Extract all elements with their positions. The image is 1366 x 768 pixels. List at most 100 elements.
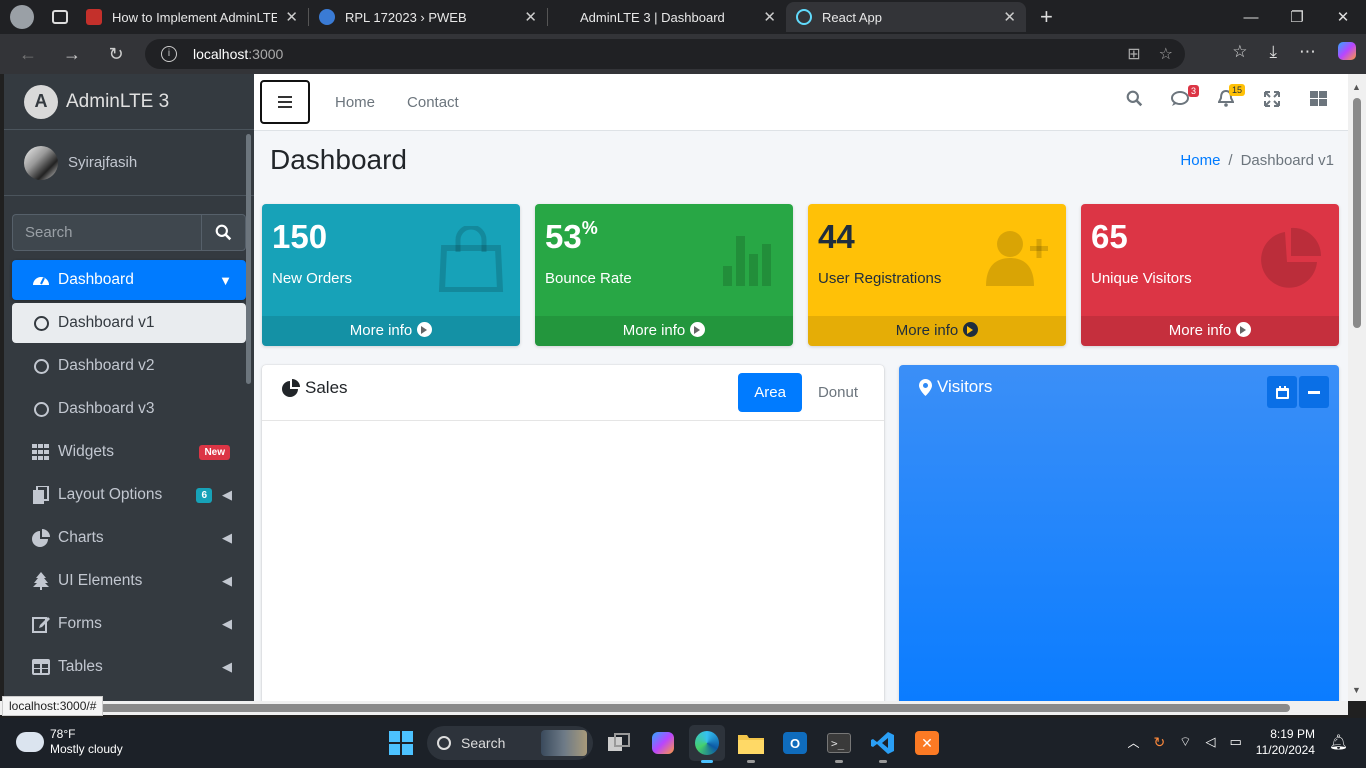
profile-avatar[interactable] (10, 5, 34, 29)
copilot-icon[interactable] (1338, 42, 1356, 60)
sidebar-item-charts[interactable]: Charts ◀ (12, 518, 246, 558)
close-tab-icon[interactable]: ✕ (285, 8, 298, 26)
tab-title: How to Implement AdminLTE in R (112, 9, 278, 25)
task-view-button[interactable] (601, 725, 637, 761)
minimize-icon[interactable]: — (1228, 9, 1274, 26)
more-info-link[interactable]: More info (808, 316, 1066, 346)
scrollbar-thumb[interactable] (1353, 98, 1361, 328)
tree-icon (32, 572, 50, 590)
chart-tabs: Area Donut (738, 373, 874, 412)
omnibox[interactable]: i localhost:3000 ⊞ ☆ (145, 39, 1185, 69)
browser-tab[interactable]: RPL 172023 › PWEB ✕ (309, 2, 547, 32)
sidebar-item-widgets[interactable]: Widgets New (12, 432, 246, 472)
close-tab-icon[interactable]: ✕ (1003, 8, 1016, 26)
nav-link-contact[interactable]: Contact (402, 94, 464, 111)
content-header: Dashboard Home / Dashboard v1 (270, 144, 1334, 184)
sync-icon[interactable]: ↻ (1154, 734, 1166, 751)
brand-text: AdminLTE 3 (66, 90, 170, 112)
browser-tab-active[interactable]: React App ✕ (786, 2, 1026, 32)
page-horizontal-scrollbar[interactable] (0, 701, 1348, 715)
search-icon[interactable] (1124, 90, 1144, 112)
start-button[interactable] (383, 725, 419, 761)
terminal-app[interactable]: >_ (821, 725, 857, 763)
stat-value: 150 (272, 218, 328, 255)
chevron-up-icon[interactable]: ︿ (1128, 734, 1140, 751)
messages-icon[interactable]: 3 (1170, 84, 1199, 112)
react-icon (796, 9, 812, 25)
restore-icon[interactable]: ❐ (1274, 8, 1320, 26)
sidebar-item-layout-options[interactable]: Layout Options 6 ◀ (12, 475, 246, 515)
favorites-icon[interactable]: ☆ (1232, 42, 1247, 62)
tab-donut[interactable]: Donut (802, 373, 874, 412)
clock[interactable]: 8:19 PM 11/20/2024 (1256, 726, 1315, 758)
control-sidebar-icon[interactable] (1308, 91, 1328, 111)
sidebar-search-button[interactable] (201, 214, 246, 251)
hamburger-menu-button[interactable] (260, 80, 310, 124)
user-name[interactable]: Syirajfasih (68, 154, 137, 171)
bell-icon[interactable]: 15 (1216, 84, 1245, 112)
vscode-app[interactable] (865, 725, 901, 763)
browser-tab[interactable]: AdminLTE 3 | Dashboard ✕ (548, 2, 786, 32)
sidebar-item-dashboard[interactable]: Dashboard ▼ (12, 260, 246, 300)
weather-temp: 78°F (50, 727, 76, 741)
sidebar-search-input[interactable] (12, 214, 201, 251)
file-explorer-app[interactable] (733, 725, 769, 763)
close-window-icon[interactable]: ✕ (1320, 8, 1366, 26)
sidebar-item-tables[interactable]: Tables ◀ (12, 647, 246, 687)
favorite-star-icon[interactable]: ☆ (1159, 44, 1173, 64)
sidebar-item-dashboard-v2[interactable]: Dashboard v2 (12, 346, 246, 386)
sidebar-item-forms[interactable]: Forms ◀ (12, 604, 246, 644)
fullscreen-icon[interactable] (1262, 90, 1282, 112)
site-info-icon[interactable]: i (161, 46, 177, 62)
tab-area[interactable]: Area (738, 373, 802, 412)
tab-actions-icon[interactable] (52, 10, 68, 24)
wifi-icon[interactable]: ⌔ (1179, 734, 1191, 750)
url-text[interactable]: localhost:3000 (193, 46, 283, 62)
taskbar-search[interactable]: Search (427, 726, 593, 760)
nav-link-home[interactable]: Home (330, 94, 380, 111)
outlook-app[interactable]: O (777, 725, 813, 761)
page-vertical-scrollbar[interactable]: ▲ ▼ (1348, 74, 1366, 701)
sidebar-item-dashboard-v1[interactable]: Dashboard v1 (12, 303, 246, 343)
scrollbar-thumb[interactable] (100, 704, 1290, 712)
collapse-button[interactable] (1299, 376, 1329, 408)
close-tab-icon[interactable]: ✕ (524, 8, 537, 26)
map-marker-icon (919, 378, 932, 396)
edge-app[interactable] (689, 725, 725, 763)
tachometer-icon (32, 271, 50, 289)
breadcrumb-home-link[interactable]: Home (1180, 152, 1220, 169)
volume-icon[interactable]: ◁ (1205, 734, 1215, 750)
more-info-link[interactable]: More info (1081, 316, 1339, 346)
reload-icon[interactable]: ↻ (94, 44, 138, 65)
new-tab-button[interactable]: + (1040, 4, 1053, 30)
shopping-bag-icon (438, 226, 504, 292)
sidebar-item-dashboard-v3[interactable]: Dashboard v3 (12, 389, 246, 429)
copilot-app[interactable] (645, 725, 681, 761)
more-info-link[interactable]: More info (262, 316, 520, 346)
weather-widget[interactable]: 78°F Mostly cloudy (16, 726, 123, 757)
battery-icon[interactable]: ▭ (1229, 734, 1241, 750)
notifications-bell-icon[interactable]: 🔔︎ (1329, 733, 1348, 751)
terminal-icon: >_ (827, 733, 851, 753)
back-icon[interactable]: ← (6, 44, 50, 65)
xampp-app[interactable]: ✕ (909, 725, 945, 761)
search-highlight-image (541, 730, 587, 756)
app-available-icon[interactable]: ⊞ (1127, 44, 1140, 64)
scroll-down-icon[interactable]: ▼ (1352, 685, 1361, 695)
close-tab-icon[interactable]: ✕ (763, 8, 776, 26)
address-bar-row: ← → ↻ i localhost:3000 ⊞ ☆ ☆ ⤓ ⋯ (0, 34, 1366, 74)
stat-box-bounce-rate: 53% Bounce Rate More info (535, 204, 793, 346)
scroll-up-icon[interactable]: ▲ (1352, 82, 1361, 92)
browser-tab[interactable]: How to Implement AdminLTE in R ✕ (76, 2, 308, 32)
brand-link[interactable]: A AdminLTE 3 (4, 74, 254, 130)
more-info-link[interactable]: More info (535, 316, 793, 346)
calendar-button[interactable] (1267, 376, 1297, 408)
sidebar-item-ui-elements[interactable]: UI Elements ◀ (12, 561, 246, 601)
cloudy-weather-icon (16, 726, 44, 752)
forward-icon[interactable]: → (50, 44, 94, 65)
sidebar-item-label: Layout Options (58, 486, 163, 503)
more-menu-icon[interactable]: ⋯ (1299, 42, 1316, 62)
sidebar-scrollbar[interactable] (246, 134, 251, 384)
downloads-icon[interactable]: ⤓ (1269, 42, 1277, 62)
stat-label: New Orders (272, 270, 353, 287)
